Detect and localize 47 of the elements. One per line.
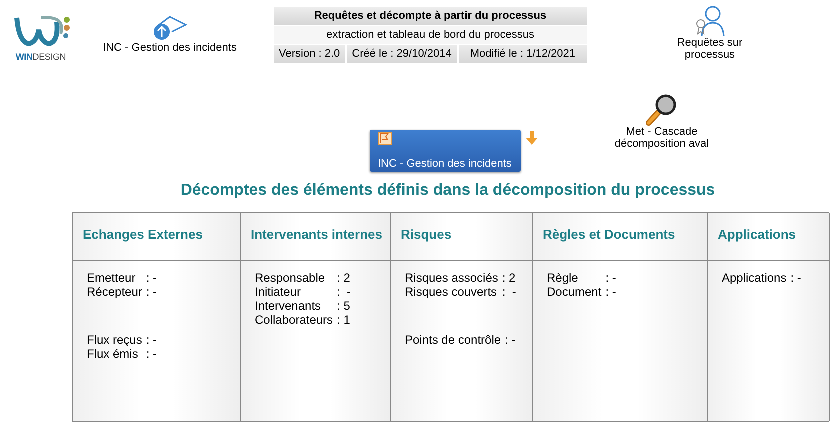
count-label: Flux reçus: [87, 333, 142, 347]
count-value: : 5: [337, 299, 352, 313]
count-label: Flux émis: [87, 347, 140, 361]
count-label: Risques couverts: [405, 285, 498, 299]
count-value: : -: [606, 271, 616, 285]
count-value: : -: [505, 333, 516, 347]
header-meta: Modifié le : 1/12/2021: [458, 45, 587, 63]
count-value: : -: [146, 347, 158, 361]
section-title: Décomptes des éléments définis dans la décomposition du processus: [180, 182, 716, 200]
count-value: : 2: [337, 271, 352, 285]
count-value: : -: [146, 333, 158, 347]
count-value: : -: [337, 285, 352, 299]
count-label: Initiateur: [255, 285, 302, 299]
count-value: : -: [606, 285, 616, 299]
logo-text: WINDESIGN: [16, 52, 66, 62]
count-label: Risques associés: [405, 271, 498, 285]
count-value: : 2: [502, 271, 516, 285]
header-meta: Créé le : 29/10/2014: [347, 45, 459, 63]
column-header: Intervenants internes: [241, 213, 391, 261]
count-label: Collaborateurs: [255, 313, 334, 327]
count-label: Applications: [722, 271, 787, 285]
header-subtitle: extraction et tableau de bord du processus: [274, 25, 587, 45]
column-header: Règles et Documents: [533, 213, 708, 261]
search-icon: [645, 94, 679, 126]
count-value: : 1: [337, 313, 352, 327]
count-value: : -: [790, 271, 802, 285]
count-label: Points de contrôle: [405, 333, 502, 347]
down-arrow-icon[interactable]: [526, 131, 538, 145]
header-meta: Version : 2.0: [274, 45, 348, 63]
header-title: Requêtes et décompte à partir du processus: [274, 7, 587, 25]
count-label: Intervenants: [255, 299, 322, 313]
count-label: Récepteur: [87, 285, 142, 299]
flag-icon: [378, 132, 392, 145]
count-label: Emetteur: [87, 271, 137, 285]
process-link[interactable]: INC - Gestion des incidents: [103, 42, 237, 54]
count-label: Document: [547, 285, 602, 299]
queries-link[interactable]: Requêtes sur processus: [665, 37, 755, 61]
column-header: Applications: [708, 213, 830, 261]
process-button[interactable]: INC - Gestion des incidents: [370, 130, 521, 172]
column-header: Risques: [391, 213, 533, 261]
count-value: : -: [502, 285, 516, 299]
count-label: Responsable: [255, 271, 326, 285]
count-label: Règle: [547, 271, 580, 285]
count-value: : -: [146, 271, 158, 285]
cascade-link[interactable]: Met - Cascade décomposition aval: [612, 126, 712, 150]
column-header: Echanges Externes: [73, 213, 241, 261]
count-value: : -: [146, 285, 158, 299]
